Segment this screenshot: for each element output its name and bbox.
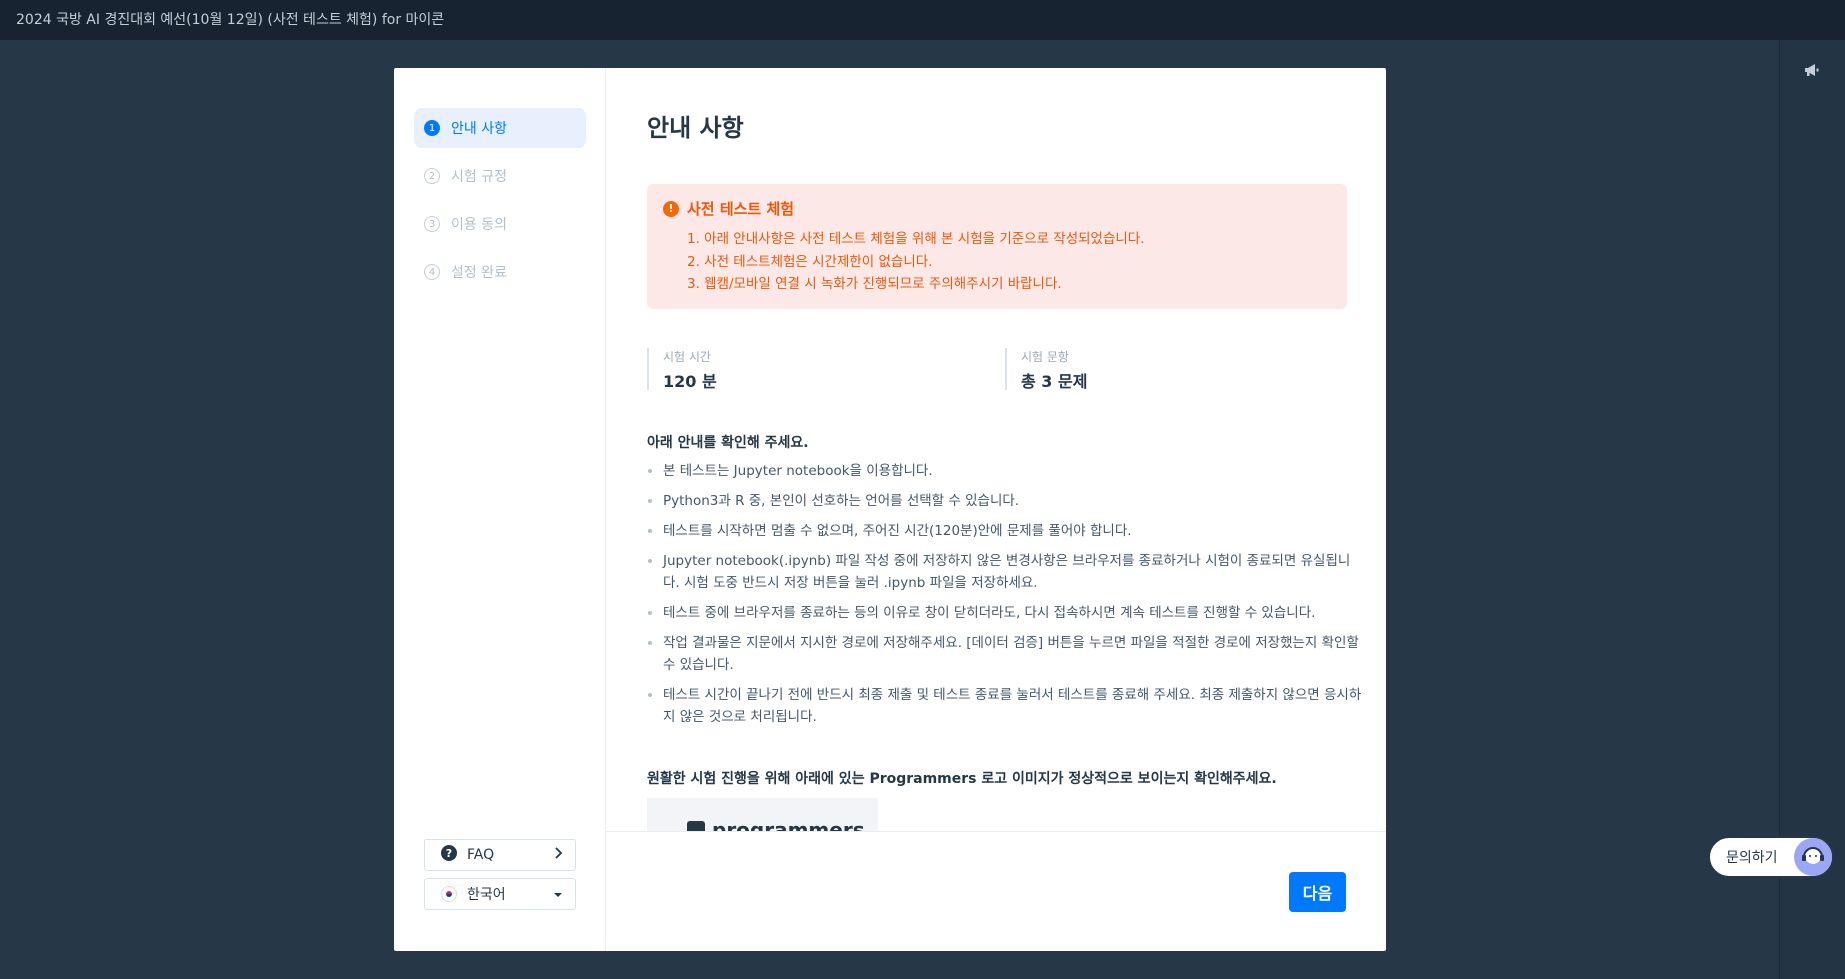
step-label: 이용 동의 <box>451 217 507 233</box>
notice-item: 테스트를 시작하면 멈출 수 없으며, 주어진 시간(120분)안에 문제를 풀… <box>663 520 1363 542</box>
support-agent-icon <box>1794 838 1832 876</box>
megaphone-icon[interactable] <box>1802 60 1822 80</box>
language-label: 한국어 <box>467 887 506 903</box>
step-setup-complete[interactable]: 4 설정 완료 <box>414 252 586 292</box>
notice-item: 작업 결과물은 지문에서 지시한 경로에 저장해주세요. [데이터 검증] 버튼… <box>663 632 1363 676</box>
alert-title-text: 사전 테스트 체험 <box>687 200 795 218</box>
step-number: 1 <box>424 120 440 136</box>
step-consent[interactable]: 3 이용 동의 <box>414 204 586 244</box>
page-title: 안내 사항 <box>647 114 744 142</box>
language-select[interactable]: 한국어 <box>424 878 576 910</box>
exam-questions: 시험 문항 총 3 문제 <box>1005 348 1088 391</box>
test-title: 2024 국방 AI 경진대회 예선(10월 12일) (사전 테스트 체험) … <box>16 12 445 28</box>
notice-item: Jupyter notebook(.ipynb) 파일 작성 중에 저장하지 않… <box>663 550 1363 594</box>
step-label: 시험 규정 <box>451 169 507 185</box>
faq-button[interactable]: ? FAQ <box>424 839 576 871</box>
logo-check-text: 원활한 시험 진행을 위해 아래에 있는 Programmers 로고 이미지가… <box>647 771 1277 787</box>
stat-value: 총 3 문제 <box>1021 372 1088 391</box>
faq-label: FAQ <box>467 847 495 863</box>
alert-list: 1. 아래 안내사항은 사전 테스트 체험을 위해 본 시험을 기준으로 작성되… <box>663 228 1331 296</box>
notice-heading: 아래 안내를 확인해 주세요. <box>647 435 809 451</box>
question-circle-icon: ? <box>441 845 457 865</box>
alert-item: 1. 아래 안내사항은 사전 테스트 체험을 위해 본 시험을 기준으로 작성되… <box>687 231 1145 247</box>
exam-duration: 시험 시간 120 분 <box>647 348 717 391</box>
stat-label: 시험 문항 <box>1021 350 1069 364</box>
contact-label: 문의하기 <box>1726 850 1778 866</box>
step-sidebar: 1 안내 사항 2 시험 규정 3 이용 동의 4 설정 완료 ? FAQ 한국… <box>394 68 606 951</box>
stat-value: 120 분 <box>663 372 717 391</box>
logo-brand-text: programmers <box>712 818 865 831</box>
step-label: 설정 완료 <box>451 265 507 281</box>
programmers-logo-icon <box>687 821 705 831</box>
alert-item: 2. 사전 테스트체험은 시간제한이 없습니다. <box>687 253 933 270</box>
step-rules[interactable]: 2 시험 규정 <box>414 156 586 196</box>
notice-item: 본 테스트는 Jupyter notebook을 이용합니다. <box>663 460 1363 482</box>
programmers-logo: programmers <box>687 818 865 831</box>
notice-item: Python3과 R 중, 본인이 선호하는 언어를 선택할 수 있습니다. <box>663 490 1363 512</box>
alert-title: ! 사전 테스트 체험 <box>663 198 1331 219</box>
programmers-logo-image: programmers <box>647 798 878 831</box>
caret-down-icon <box>553 886 563 902</box>
modal-footer: 다음 <box>606 831 1386 951</box>
notice-item: 테스트 중에 브라우저를 종료하는 등의 이유로 창이 닫히더라도, 다시 접속… <box>663 602 1363 624</box>
step-guide[interactable]: 1 안내 사항 <box>414 108 586 148</box>
step-number: 4 <box>424 264 440 280</box>
step-number: 2 <box>424 168 440 184</box>
step-label: 안내 사항 <box>451 121 507 137</box>
korea-flag-icon <box>441 886 457 902</box>
step-number: 3 <box>424 216 440 232</box>
stat-label: 시험 시간 <box>663 350 711 364</box>
notice-list: 본 테스트는 Jupyter notebook을 이용합니다. Python3과… <box>647 460 1363 736</box>
info-icon: ! <box>663 200 679 217</box>
window-title-bar: 2024 국방 AI 경진대회 예선(10월 12일) (사전 테스트 체험) … <box>0 0 1845 40</box>
notice-item: 테스트 시간이 끝나기 전에 반드시 최종 제출 및 테스트 종료를 눌러서 테… <box>663 684 1363 728</box>
main-content[interactable]: 안내 사항 ! 사전 테스트 체험 1. 아래 안내사항은 사전 테스트 체험을… <box>606 68 1386 831</box>
contact-button[interactable]: 문의하기 <box>1708 836 1834 878</box>
next-button[interactable]: 다음 <box>1289 872 1346 912</box>
svg-text:?: ? <box>446 847 452 860</box>
chevron-right-icon <box>553 847 563 863</box>
pretest-alert: ! 사전 테스트 체험 1. 아래 안내사항은 사전 테스트 체험을 위해 본 … <box>647 184 1347 309</box>
exam-stats: 시험 시간 120 분 시험 문항 총 3 문제 <box>647 348 1347 392</box>
alert-item: 3. 웹캠/모바일 연결 시 녹화가 진행되므로 주의해주시기 바랍니다. <box>687 276 1062 292</box>
instructions-modal: 1 안내 사항 2 시험 규정 3 이용 동의 4 설정 완료 ? FAQ 한국… <box>394 68 1386 951</box>
